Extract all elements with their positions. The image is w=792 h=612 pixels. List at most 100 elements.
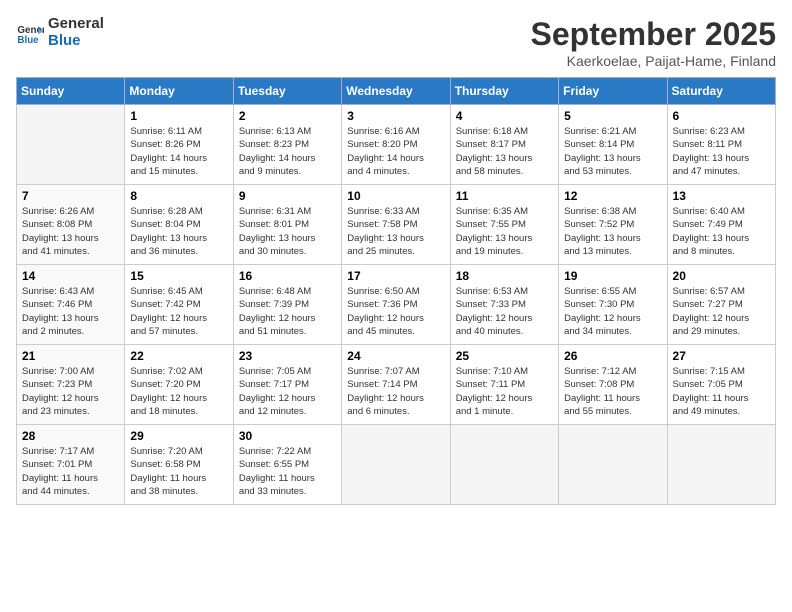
day-number: 13 <box>673 189 770 203</box>
day-info: Sunrise: 6:28 AM Sunset: 8:04 PM Dayligh… <box>130 205 227 258</box>
day-info: Sunrise: 7:15 AM Sunset: 7:05 PM Dayligh… <box>673 365 770 418</box>
month-title: September 2025 <box>531 16 776 53</box>
table-row: 20Sunrise: 6:57 AM Sunset: 7:27 PM Dayli… <box>667 265 775 345</box>
day-info: Sunrise: 6:50 AM Sunset: 7:36 PM Dayligh… <box>347 285 444 338</box>
table-row: 8 Sunrise: 6:28 AM Sunset: 8:04 PM Daylig… <box>125 185 233 265</box>
day-number: 10 <box>347 189 444 203</box>
day-number: 30 <box>239 429 336 443</box>
table-row: 18Sunrise: 6:53 AM Sunset: 7:33 PM Dayli… <box>450 265 558 345</box>
day-number: 15 <box>130 269 227 283</box>
col-sunday: Sunday <box>17 78 125 105</box>
day-number: 27 <box>673 349 770 363</box>
day-number: 5 <box>564 109 661 123</box>
calendar-table: Sunday Monday Tuesday Wednesday Thursday… <box>16 77 776 505</box>
day-number: 26 <box>564 349 661 363</box>
day-info: Sunrise: 6:53 AM Sunset: 7:33 PM Dayligh… <box>456 285 553 338</box>
day-number: 22 <box>130 349 227 363</box>
table-row: 30 Sunrise: 7:22 AM Sunset: 6:55 PM Dayli… <box>233 425 341 505</box>
table-row: 11 Sunrise: 6:35 AM Sunset: 7:55 PM Dayli… <box>450 185 558 265</box>
day-info: Sunrise: 6:31 AM Sunset: 8:01 PM Dayligh… <box>239 205 336 258</box>
table-row <box>450 425 558 505</box>
day-info: Sunrise: 7:05 AM Sunset: 7:17 PM Dayligh… <box>239 365 336 418</box>
day-number: 4 <box>456 109 553 123</box>
table-row <box>559 425 667 505</box>
table-row: 29Sunrise: 7:20 AM Sunset: 6:58 PM Dayli… <box>125 425 233 505</box>
calendar-week-row: 14 Sunrise: 6:43 AM Sunset: 7:46 PM Dayli… <box>17 265 776 345</box>
table-row <box>17 105 125 185</box>
table-row: 6Sunrise: 6:23 AM Sunset: 8:11 PM Daylig… <box>667 105 775 185</box>
day-number: 11 <box>456 189 553 203</box>
day-info: Sunrise: 6:48 AM Sunset: 7:39 PM Dayligh… <box>239 285 336 338</box>
calendar-week-row: 21 Sunrise: 7:00 AM Sunset: 7:23 PM Dayli… <box>17 345 776 425</box>
day-number: 23 <box>239 349 336 363</box>
day-info: Sunrise: 6:43 AM Sunset: 7:46 PM Dayligh… <box>22 285 119 338</box>
table-row: 4 Sunrise: 6:18 AM Sunset: 8:17 PM Daylig… <box>450 105 558 185</box>
day-info: Sunrise: 6:13 AM Sunset: 8:23 PM Dayligh… <box>239 125 336 178</box>
day-info: Sunrise: 7:02 AM Sunset: 7:20 PM Dayligh… <box>130 365 227 418</box>
table-row: 7 Sunrise: 6:26 AM Sunset: 8:08 PM Daylig… <box>17 185 125 265</box>
table-row: 10Sunrise: 6:33 AM Sunset: 7:58 PM Dayli… <box>342 185 450 265</box>
day-info: Sunrise: 7:20 AM Sunset: 6:58 PM Dayligh… <box>130 445 227 498</box>
table-row: 17 Sunrise: 6:50 AM Sunset: 7:36 PM Dayli… <box>342 265 450 345</box>
logo: General Blue General Blue <box>16 16 104 49</box>
logo-icon: General Blue <box>16 19 44 47</box>
day-info: Sunrise: 7:10 AM Sunset: 7:11 PM Dayligh… <box>456 365 553 418</box>
day-number: 28 <box>22 429 119 443</box>
day-number: 7 <box>22 189 119 203</box>
table-row: 3Sunrise: 6:16 AM Sunset: 8:20 PM Daylig… <box>342 105 450 185</box>
table-row: 23 Sunrise: 7:05 AM Sunset: 7:17 PM Dayli… <box>233 345 341 425</box>
subtitle: Kaerkoelae, Paijat-Hame, Finland <box>531 53 776 69</box>
table-row: 1 Sunrise: 6:11 AM Sunset: 8:26 PM Daylig… <box>125 105 233 185</box>
table-row: 21 Sunrise: 7:00 AM Sunset: 7:23 PM Dayli… <box>17 345 125 425</box>
table-row <box>342 425 450 505</box>
day-number: 1 <box>130 109 227 123</box>
day-number: 19 <box>564 269 661 283</box>
col-thursday: Thursday <box>450 78 558 105</box>
calendar-week-row: 28 Sunrise: 7:17 AM Sunset: 7:01 PM Dayli… <box>17 425 776 505</box>
day-info: Sunrise: 7:17 AM Sunset: 7:01 PM Dayligh… <box>22 445 119 498</box>
table-row: 15 Sunrise: 6:45 AM Sunset: 7:42 PM Dayli… <box>125 265 233 345</box>
day-number: 25 <box>456 349 553 363</box>
day-info: Sunrise: 7:00 AM Sunset: 7:23 PM Dayligh… <box>22 365 119 418</box>
day-info: Sunrise: 6:55 AM Sunset: 7:30 PM Dayligh… <box>564 285 661 338</box>
day-info: Sunrise: 6:57 AM Sunset: 7:27 PM Dayligh… <box>673 285 770 338</box>
day-number: 12 <box>564 189 661 203</box>
logo-general: General <box>48 16 104 33</box>
col-saturday: Saturday <box>667 78 775 105</box>
day-info: Sunrise: 7:07 AM Sunset: 7:14 PM Dayligh… <box>347 365 444 418</box>
day-info: Sunrise: 6:11 AM Sunset: 8:26 PM Dayligh… <box>130 125 227 178</box>
table-row: 24 Sunrise: 7:07 AM Sunset: 7:14 PM Dayli… <box>342 345 450 425</box>
table-row: 13 Sunrise: 6:40 AM Sunset: 7:49 PM Dayli… <box>667 185 775 265</box>
day-info: Sunrise: 7:12 AM Sunset: 7:08 PM Dayligh… <box>564 365 661 418</box>
day-number: 16 <box>239 269 336 283</box>
table-row: 12 Sunrise: 6:38 AM Sunset: 7:52 PM Dayli… <box>559 185 667 265</box>
day-number: 14 <box>22 269 119 283</box>
day-info: Sunrise: 6:18 AM Sunset: 8:17 PM Dayligh… <box>456 125 553 178</box>
day-number: 24 <box>347 349 444 363</box>
day-info: Sunrise: 6:21 AM Sunset: 8:14 PM Dayligh… <box>564 125 661 178</box>
svg-text:Blue: Blue <box>17 34 39 45</box>
day-number: 21 <box>22 349 119 363</box>
calendar-body: 1 Sunrise: 6:11 AM Sunset: 8:26 PM Daylig… <box>17 105 776 505</box>
table-row: 2 Sunrise: 6:13 AM Sunset: 8:23 PM Daylig… <box>233 105 341 185</box>
title-area: September 2025 Kaerkoelae, Paijat-Hame, … <box>531 16 776 69</box>
day-info: Sunrise: 6:35 AM Sunset: 7:55 PM Dayligh… <box>456 205 553 258</box>
page-header: General Blue General Blue September 2025… <box>16 16 776 69</box>
table-row: 5 Sunrise: 6:21 AM Sunset: 8:14 PM Daylig… <box>559 105 667 185</box>
day-info: Sunrise: 7:22 AM Sunset: 6:55 PM Dayligh… <box>239 445 336 498</box>
day-info: Sunrise: 6:38 AM Sunset: 7:52 PM Dayligh… <box>564 205 661 258</box>
day-number: 8 <box>130 189 227 203</box>
day-number: 17 <box>347 269 444 283</box>
table-row: 25 Sunrise: 7:10 AM Sunset: 7:11 PM Dayli… <box>450 345 558 425</box>
table-row: 9 Sunrise: 6:31 AM Sunset: 8:01 PM Daylig… <box>233 185 341 265</box>
day-info: Sunrise: 6:26 AM Sunset: 8:08 PM Dayligh… <box>22 205 119 258</box>
table-row <box>667 425 775 505</box>
table-row: 22 Sunrise: 7:02 AM Sunset: 7:20 PM Dayli… <box>125 345 233 425</box>
day-number: 9 <box>239 189 336 203</box>
day-number: 2 <box>239 109 336 123</box>
day-info: Sunrise: 6:40 AM Sunset: 7:49 PM Dayligh… <box>673 205 770 258</box>
col-wednesday: Wednesday <box>342 78 450 105</box>
table-row: 16 Sunrise: 6:48 AM Sunset: 7:39 PM Dayli… <box>233 265 341 345</box>
day-info: Sunrise: 6:45 AM Sunset: 7:42 PM Dayligh… <box>130 285 227 338</box>
calendar-week-row: 7 Sunrise: 6:26 AM Sunset: 8:08 PM Daylig… <box>17 185 776 265</box>
